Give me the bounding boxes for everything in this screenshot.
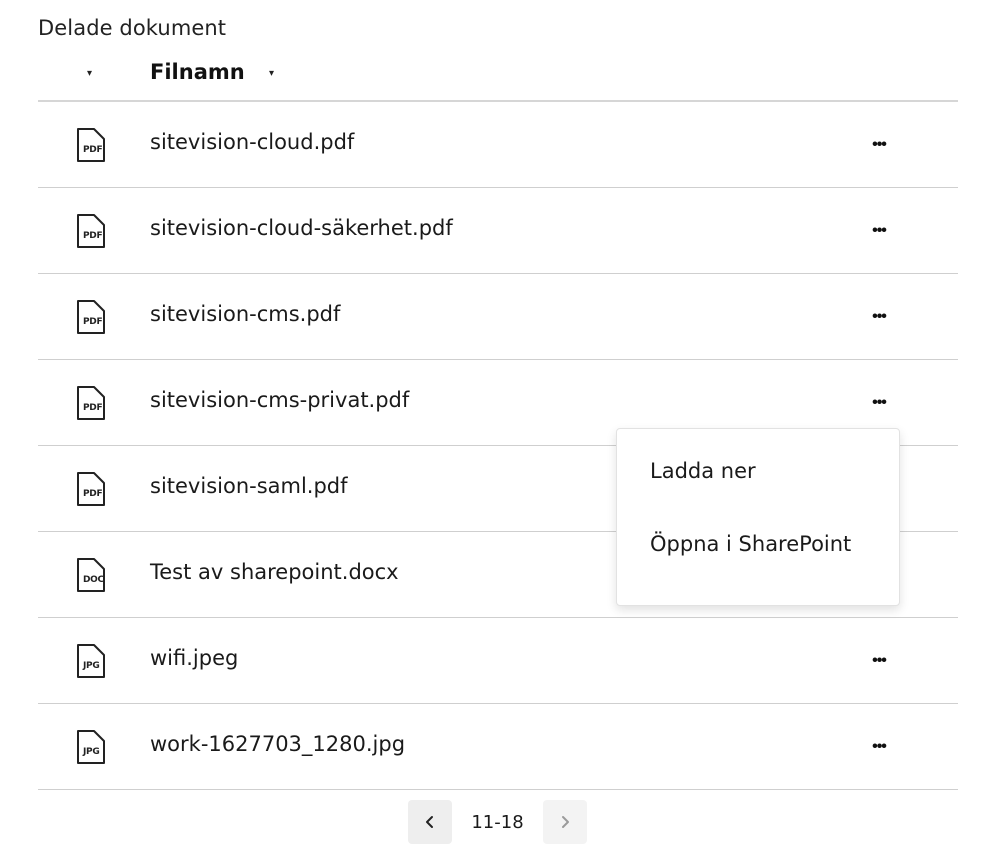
file-name-link[interactable]: work-1627703_1280.jpg <box>150 732 405 756</box>
next-page-button[interactable] <box>543 800 587 844</box>
section-title: Delade dokument <box>38 16 227 40</box>
file-ext-label: PDF <box>83 231 103 241</box>
table-row: PDF sitevision-cloud.pdf ••• <box>38 102 958 188</box>
file-ext-label: DOC <box>83 575 104 585</box>
file-context-menu: Ladda ner Öppna i SharePoint <box>616 428 900 606</box>
ellipsis-icon: ••• <box>872 222 887 239</box>
file-ext-label: PDF <box>83 145 103 155</box>
jpg-file-icon: JPG <box>76 730 106 764</box>
pdf-file-icon: PDF <box>76 300 106 334</box>
chevron-left-icon <box>426 816 433 828</box>
menu-item-open-in-sharepoint[interactable]: Öppna i SharePoint <box>617 518 899 591</box>
shared-documents-page: Delade dokument ▾ Filnamn ▾ PDF sitevisi… <box>0 0 982 864</box>
more-options-button[interactable]: ••• <box>866 132 892 158</box>
file-name-link[interactable]: sitevision-cloud.pdf <box>150 130 354 154</box>
file-name-link[interactable]: sitevision-saml.pdf <box>150 474 348 498</box>
pagination: 11-18 <box>408 800 587 844</box>
table-row: PDF sitevision-cms.pdf ••• <box>38 274 958 360</box>
ellipsis-icon: ••• <box>872 738 887 755</box>
file-ext-label: PDF <box>83 317 103 327</box>
menu-item-download[interactable]: Ladda ner <box>617 445 899 518</box>
file-ext-label: JPG <box>83 661 100 671</box>
file-name-link[interactable]: sitevision-cms-privat.pdf <box>150 388 409 412</box>
file-name-link[interactable]: sitevision-cms.pdf <box>150 302 340 326</box>
ellipsis-icon: ••• <box>872 136 887 153</box>
more-options-button[interactable]: ••• <box>866 734 892 760</box>
ellipsis-icon: ••• <box>872 652 887 669</box>
chevron-right-icon <box>562 816 569 828</box>
doc-file-icon: DOC <box>76 558 106 592</box>
table-row: JPG wifi.jpeg ••• <box>38 618 958 704</box>
file-name-link[interactable]: wifi.jpeg <box>150 646 238 670</box>
pdf-file-icon: PDF <box>76 472 106 506</box>
ellipsis-icon: ••• <box>872 394 887 411</box>
table-row: JPG work-1627703_1280.jpg ••• <box>38 704 958 790</box>
more-options-button[interactable]: ••• <box>866 218 892 244</box>
sort-type-caret-icon[interactable]: ▾ <box>87 69 92 79</box>
table-header: ▾ Filnamn ▾ <box>38 54 958 102</box>
previous-page-button[interactable] <box>408 800 452 844</box>
file-ext-label: PDF <box>83 489 103 499</box>
ellipsis-icon: ••• <box>872 308 887 325</box>
file-name-link[interactable]: sitevision-cloud-säkerhet.pdf <box>150 216 453 240</box>
more-options-button[interactable]: ••• <box>866 304 892 330</box>
pdf-file-icon: PDF <box>76 214 106 248</box>
file-ext-label: PDF <box>83 403 103 413</box>
table-row: PDF sitevision-cloud-säkerhet.pdf ••• <box>38 188 958 274</box>
sort-filename-caret-icon[interactable]: ▾ <box>269 69 274 79</box>
more-options-button[interactable]: ••• <box>866 390 892 416</box>
pdf-file-icon: PDF <box>76 386 106 420</box>
pdf-file-icon: PDF <box>76 128 106 162</box>
file-ext-label: JPG <box>83 747 100 757</box>
jpg-file-icon: JPG <box>76 644 106 678</box>
more-options-button[interactable]: ••• <box>866 648 892 674</box>
file-name-link[interactable]: Test av sharepoint.docx <box>150 560 399 584</box>
page-range-label: 11-18 <box>471 811 524 833</box>
column-header-filename[interactable]: Filnamn <box>150 60 245 84</box>
